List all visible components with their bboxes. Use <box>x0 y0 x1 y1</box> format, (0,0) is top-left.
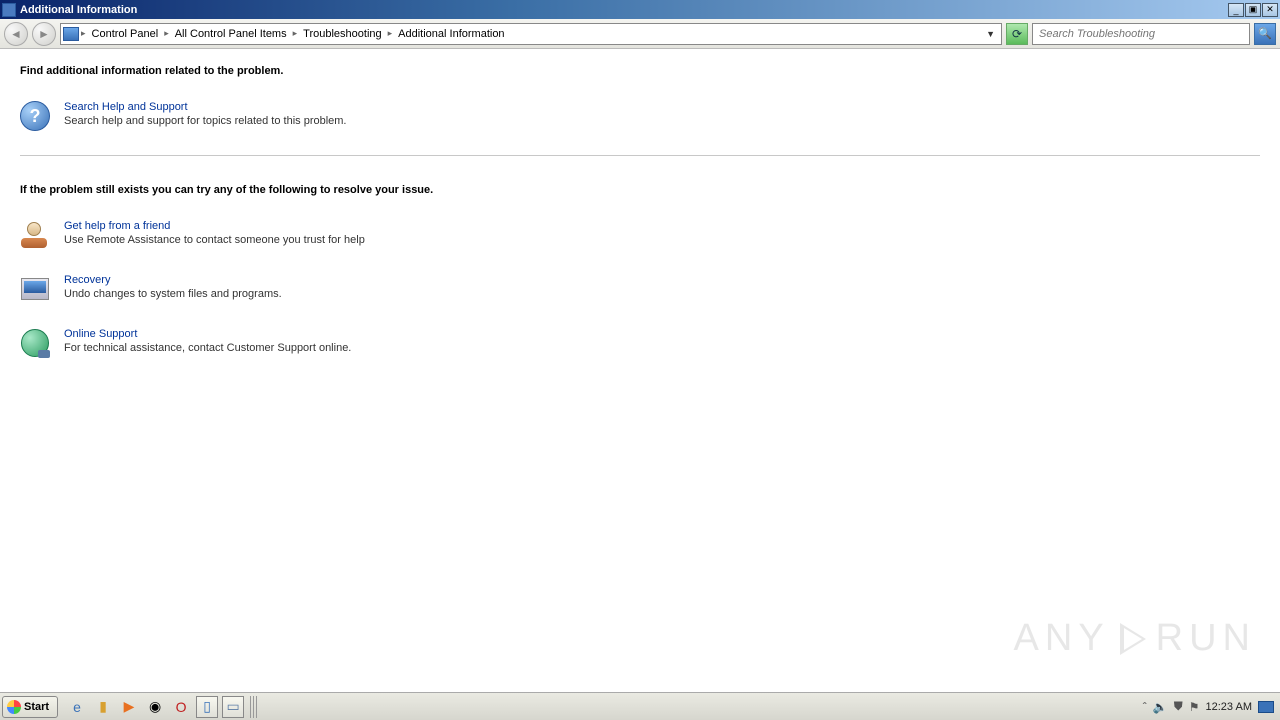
back-button[interactable]: ◄ <box>4 22 28 46</box>
search-button[interactable]: 🔍 <box>1254 23 1276 45</box>
crumb-all-items[interactable]: All Control Panel Items <box>169 28 293 40</box>
flag-icon[interactable]: ⚑ <box>1189 700 1200 714</box>
taskbar-explorer-icon[interactable]: ▮ <box>92 696 114 718</box>
tray-expand-icon[interactable]: ˆ <box>1143 700 1147 714</box>
option-get-help-friend: Get help from a friend Use Remote Assist… <box>20 220 1260 250</box>
titlebar: Additional Information _ ▣ ✕ <box>0 0 1280 19</box>
control-panel-icon <box>63 27 79 41</box>
taskbar-control-panel[interactable]: ▯ <box>196 696 218 718</box>
window-controls: _ ▣ ✕ <box>1228 3 1278 17</box>
search-input[interactable] <box>1033 28 1249 40</box>
maximize-button[interactable]: ▣ <box>1245 3 1261 17</box>
refresh-button[interactable]: ⟳ <box>1006 23 1028 45</box>
window-title: Additional Information <box>20 4 1228 16</box>
heading-find-info: Find additional information related to t… <box>20 65 1260 77</box>
content-area: Find additional information related to t… <box>0 49 1280 692</box>
taskbar-chrome-icon[interactable]: ◉ <box>144 696 166 718</box>
tray-shield-icon[interactable]: ⛊ <box>1174 699 1183 714</box>
clock[interactable]: 12:23 AM <box>1206 701 1252 713</box>
task-items: e ▮ ▶ ◉ O ▯ ▭ <box>66 696 258 718</box>
divider <box>20 155 1260 156</box>
help-icon: ? <box>20 101 50 131</box>
online-icon <box>20 328 50 358</box>
heading-still-exists: If the problem still exists you can try … <box>20 184 1260 196</box>
volume-icon[interactable]: 🔈 <box>1153 700 1168 714</box>
search-box <box>1032 23 1250 45</box>
friend-icon <box>20 220 50 250</box>
link-search-help[interactable]: Search Help and Support <box>64 101 347 113</box>
option-online-support: Online Support For technical assistance,… <box>20 328 1260 358</box>
crumb-control-panel[interactable]: Control Panel <box>86 28 165 40</box>
desc-search-help: Search help and support for topics relat… <box>64 115 347 127</box>
taskbar-opera-icon[interactable]: O <box>170 696 192 718</box>
navbar: ◄ ► ▸ Control Panel ▸ All Control Panel … <box>0 19 1280 49</box>
start-label: Start <box>24 701 49 713</box>
address-bar[interactable]: ▸ Control Panel ▸ All Control Panel Item… <box>60 23 1002 45</box>
windows-logo-icon <box>7 700 21 714</box>
crumb-additional-info[interactable]: Additional Information <box>392 28 510 40</box>
taskbar-media-icon[interactable]: ▶ <box>118 696 140 718</box>
option-search-help: ? Search Help and Support Search help an… <box>20 101 1260 131</box>
taskbar-grip[interactable] <box>250 696 258 718</box>
taskbar-app[interactable]: ▭ <box>222 696 244 718</box>
forward-button[interactable]: ► <box>32 22 56 46</box>
taskbar: Start e ▮ ▶ ◉ O ▯ ▭ ˆ 🔈 ⛊ ⚑ 12:23 AM <box>0 692 1280 720</box>
close-button[interactable]: ✕ <box>1262 3 1278 17</box>
link-online-support[interactable]: Online Support <box>64 328 351 340</box>
start-button[interactable]: Start <box>2 696 58 718</box>
address-dropdown[interactable]: ▼ <box>982 29 999 39</box>
minimize-button[interactable]: _ <box>1228 3 1244 17</box>
link-get-help-friend[interactable]: Get help from a friend <box>64 220 365 232</box>
system-tray: ˆ 🔈 ⛊ ⚑ 12:23 AM <box>1139 699 1278 714</box>
option-recovery: Recovery Undo changes to system files an… <box>20 274 1260 304</box>
desc-recovery: Undo changes to system files and program… <box>64 288 282 300</box>
desc-get-help-friend: Use Remote Assistance to contact someone… <box>64 234 365 246</box>
crumb-troubleshooting[interactable]: Troubleshooting <box>297 28 387 40</box>
taskbar-ie-icon[interactable]: e <box>66 696 88 718</box>
recovery-icon <box>20 274 50 304</box>
app-icon <box>2 3 16 17</box>
desc-online-support: For technical assistance, contact Custom… <box>64 342 351 354</box>
show-desktop-icon[interactable] <box>1258 701 1274 713</box>
link-recovery[interactable]: Recovery <box>64 274 282 286</box>
